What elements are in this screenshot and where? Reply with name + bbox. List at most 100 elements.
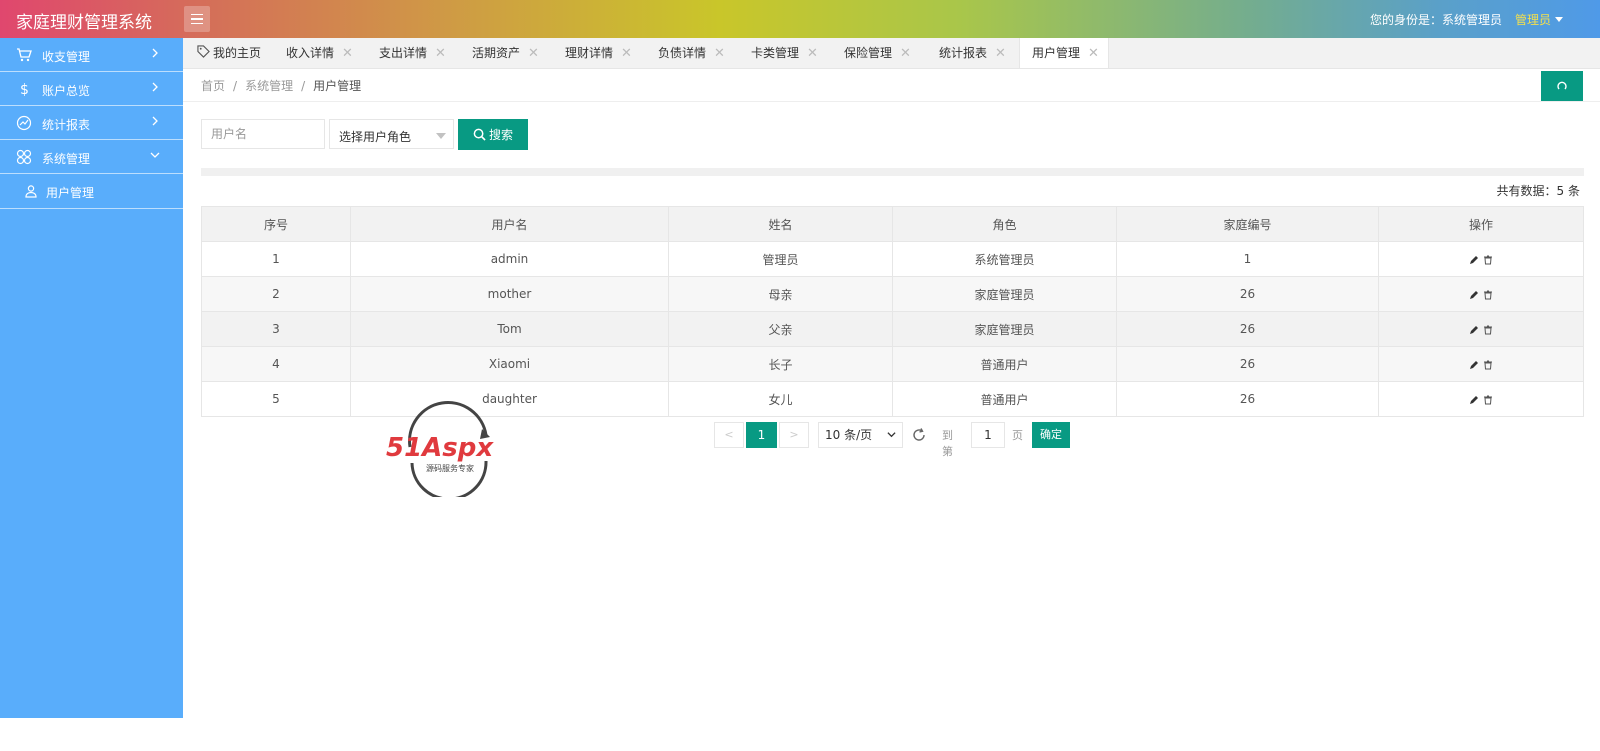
trash-icon[interactable] — [1483, 395, 1493, 405]
tab-insurance[interactable]: 保险管理 ✕ — [844, 38, 911, 68]
goto-confirm-button[interactable]: 确定 — [1032, 422, 1070, 448]
cell-family-id: 26 — [1116, 381, 1379, 417]
close-icon[interactable]: ✕ — [807, 46, 818, 61]
tab-liabilities[interactable]: 负债详情 ✕ — [658, 38, 725, 68]
role-select-value: 选择用户角色 — [339, 130, 412, 144]
edit-icon[interactable] — [1469, 290, 1479, 300]
edit-icon[interactable] — [1469, 395, 1479, 405]
sidebar-item-statistics[interactable]: 统计报表 — [0, 106, 183, 140]
chevron-right-icon — [152, 116, 158, 126]
user-table: 序号 用户名 姓名 角色 家庭编号 操作 1 admin 管理员 系统管理员 1… — [201, 206, 1584, 417]
sidebar-item-label: 统计报表 — [42, 118, 91, 132]
tab-user-management[interactable]: 用户管理 ✕ — [1019, 38, 1109, 68]
breadcrumb-system[interactable]: 系统管理 — [245, 79, 293, 93]
chart-icon — [16, 115, 32, 131]
cell-index: 1 — [201, 241, 351, 277]
close-icon[interactable]: ✕ — [528, 46, 539, 61]
svg-text:$: $ — [20, 82, 29, 97]
cell-username: admin — [350, 241, 669, 277]
tab-reports[interactable]: 统计报表 ✕ — [939, 38, 1006, 68]
sidebar-item-label: 收支管理 — [42, 50, 91, 64]
tab-label: 收入详情 — [286, 46, 335, 60]
close-icon[interactable]: ✕ — [900, 46, 911, 61]
close-icon[interactable]: ✕ — [995, 46, 1006, 61]
close-icon[interactable]: ✕ — [435, 46, 446, 61]
tab-current-assets[interactable]: 活期资产 ✕ — [472, 38, 539, 68]
tab-label: 卡类管理 — [751, 46, 800, 60]
reload-icon[interactable] — [911, 427, 927, 443]
watermark-logo: 51Aspx 源码服务专家 — [386, 401, 494, 497]
trash-icon[interactable] — [1483, 255, 1493, 265]
caret-down-icon — [1555, 17, 1564, 22]
tag-icon — [197, 45, 210, 58]
close-icon[interactable]: ✕ — [714, 46, 725, 61]
cart-icon — [17, 48, 32, 62]
column-header-username: 用户名 — [350, 206, 669, 242]
sidebar-item-system[interactable]: 系统管理 — [0, 140, 183, 174]
menu-toggle-button[interactable] — [184, 6, 210, 32]
column-header-actions: 操作 — [1378, 206, 1584, 242]
sidebar-item-income-expense[interactable]: 收支管理 — [0, 38, 183, 72]
breadcrumb-current: 用户管理 — [313, 79, 362, 93]
tab-cards[interactable]: 卡类管理 ✕ — [751, 38, 818, 68]
goto-page-input[interactable] — [971, 422, 1005, 448]
cell-name: 长子 — [668, 346, 893, 382]
tab-label: 用户管理 — [1032, 46, 1081, 60]
refresh-icon — [1557, 81, 1567, 90]
page-size-select[interactable]: 10 条/页 — [818, 422, 903, 448]
search-button[interactable]: 搜索 — [458, 119, 528, 150]
edit-icon[interactable] — [1469, 325, 1479, 335]
prev-page-button[interactable]: < — [714, 422, 744, 448]
cell-role: 家庭管理员 — [892, 311, 1117, 347]
trash-icon[interactable] — [1483, 290, 1493, 300]
close-icon[interactable]: ✕ — [342, 46, 353, 61]
cell-role: 系统管理员 — [892, 241, 1117, 277]
toolbar-band — [201, 168, 1584, 176]
column-header-name: 姓名 — [668, 206, 893, 242]
cell-family-id: 1 — [1116, 241, 1379, 277]
table-row: 2 mother 母亲 家庭管理员 26 — [201, 276, 1584, 312]
edit-icon[interactable] — [1469, 360, 1479, 370]
sidebar: 收支管理 $ 账户总览 统计报表 系统管理 用户管理 — [0, 38, 183, 718]
table-row: 4 Xiaomi 长子 普通用户 26 — [201, 346, 1584, 382]
sidebar-item-accounts[interactable]: $ 账户总览 — [0, 72, 183, 106]
edit-icon[interactable] — [1469, 255, 1479, 265]
trash-icon[interactable] — [1483, 360, 1493, 370]
tab-finance[interactable]: 理财详情 ✕ — [565, 38, 632, 68]
refresh-page-button[interactable] — [1541, 71, 1583, 101]
cell-family-id: 26 — [1116, 276, 1379, 312]
tab-label: 活期资产 — [472, 46, 521, 60]
cell-actions — [1378, 241, 1584, 277]
cell-role: 普通用户 — [892, 346, 1117, 382]
breadcrumb-home[interactable]: 首页 — [201, 79, 225, 93]
cell-username: Xiaomi — [350, 346, 669, 382]
tab-label: 支出详情 — [379, 46, 428, 60]
total-count: 共有数据：5 条 — [1496, 184, 1580, 198]
sidebar-item-user-management[interactable]: 用户管理 — [0, 174, 183, 209]
cell-index: 5 — [201, 381, 351, 417]
triangle-down-icon — [436, 133, 446, 139]
cell-role: 家庭管理员 — [892, 276, 1117, 312]
close-icon[interactable]: ✕ — [1088, 46, 1099, 61]
sidebar-item-label: 系统管理 — [42, 152, 91, 166]
user-menu-dropdown[interactable]: 管理员 — [1515, 11, 1564, 28]
cell-name: 父亲 — [668, 311, 893, 347]
column-header-index: 序号 — [201, 206, 351, 242]
tab-income[interactable]: 收入详情 ✕ — [286, 38, 353, 68]
role-select[interactable]: 选择用户角色 — [329, 119, 454, 149]
cell-name: 女儿 — [668, 381, 893, 417]
username-search-input[interactable] — [201, 119, 325, 149]
cell-username: Tom — [350, 311, 669, 347]
cell-actions — [1378, 346, 1584, 382]
tab-home[interactable]: 我的主页 — [197, 38, 261, 68]
tab-bar: 我的主页 收入详情 ✕ 支出详情 ✕ 活期资产 ✕ 理财详情 ✕ 负债详情 ✕ 卡类管理 ✕… — [183, 38, 1600, 69]
tab-expense[interactable]: 支出详情 ✕ — [379, 38, 446, 68]
tab-label: 理财详情 — [565, 46, 614, 60]
divider — [183, 101, 1600, 102]
next-page-button[interactable]: > — [779, 422, 809, 448]
page-number-current[interactable]: 1 — [746, 422, 777, 448]
cell-role: 普通用户 — [892, 381, 1117, 417]
close-icon[interactable]: ✕ — [621, 46, 632, 61]
cell-family-id: 26 — [1116, 346, 1379, 382]
trash-icon[interactable] — [1483, 325, 1493, 335]
